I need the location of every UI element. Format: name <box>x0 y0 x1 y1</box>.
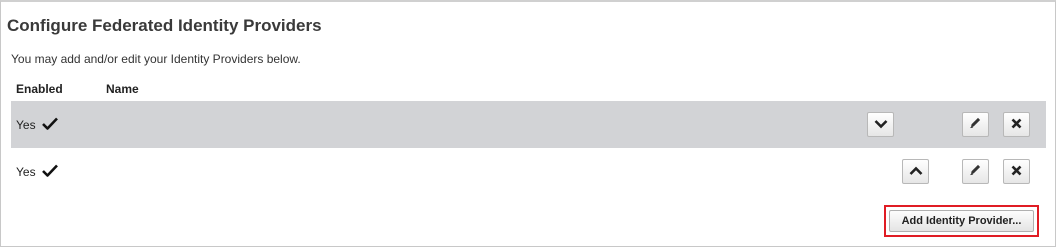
table-row[interactable]: Yes <box>11 148 1046 195</box>
enabled-cell: Yes <box>16 164 58 180</box>
close-icon <box>1011 116 1022 134</box>
add-button-highlight: Add Identity Provider... <box>884 205 1039 237</box>
enabled-value: Yes <box>16 165 36 179</box>
chevron-down-icon <box>874 116 888 134</box>
column-header-enabled: Enabled <box>16 82 63 96</box>
edit-button[interactable] <box>962 159 989 184</box>
enabled-cell: Yes <box>16 117 58 133</box>
table-row[interactable]: Yes <box>11 101 1046 148</box>
pencil-icon <box>969 116 982 134</box>
add-identity-provider-button[interactable]: Add Identity Provider... <box>889 210 1034 232</box>
move-up-button[interactable] <box>902 159 929 184</box>
page-description: You may add and/or edit your Identity Pr… <box>11 52 301 66</box>
chevron-up-icon <box>909 163 923 181</box>
checkmark-icon <box>41 117 58 133</box>
column-header-name: Name <box>106 82 139 96</box>
close-icon <box>1011 163 1022 181</box>
enabled-value: Yes <box>16 118 36 132</box>
move-down-button[interactable] <box>867 112 894 137</box>
delete-button[interactable] <box>1003 159 1030 184</box>
delete-button[interactable] <box>1003 112 1030 137</box>
pencil-icon <box>969 163 982 181</box>
checkmark-icon <box>41 164 58 180</box>
page-title: Configure Federated Identity Providers <box>7 16 322 35</box>
edit-button[interactable] <box>962 112 989 137</box>
